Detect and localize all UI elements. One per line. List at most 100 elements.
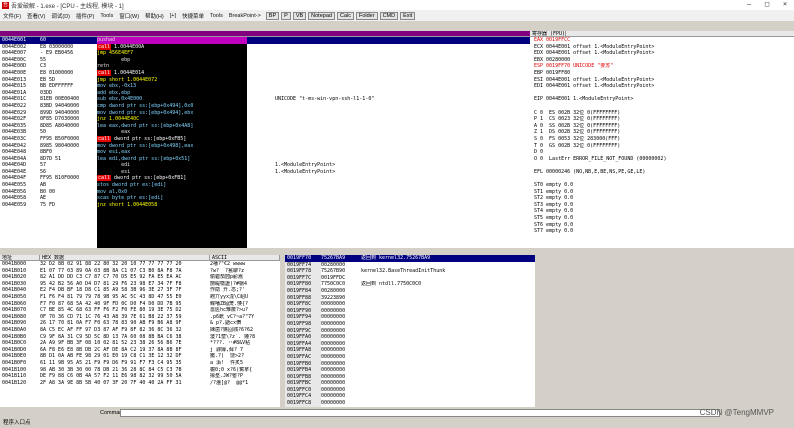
menu-item[interactable]: [+]	[167, 13, 179, 19]
stack-row[interactable]: 0019FFA0 00000000	[285, 334, 535, 341]
stack-row[interactable]: 0019FFA8 00000000	[285, 347, 535, 354]
disasm-row[interactable]: 0044E042 8985 98040000 mov dword ptr ss:[e…	[0, 143, 530, 150]
dump-row[interactable]: 0041B120 2F A8 3A 9E 8B 5B 40 07 3F 20 7F…	[0, 380, 280, 387]
disasm-row[interactable]: 0044E00C 55 ebp	[0, 57, 530, 64]
stack-row[interactable]: 0019FF80 7750C0C0 返回到 ntdll.7750C0C0	[285, 281, 535, 288]
stack-row[interactable]: 0019FF78 75267B90 kernel32.BaseThreadInitT…	[285, 268, 535, 275]
stack-row[interactable]: 0019FFB0 00000000	[285, 360, 535, 368]
menu-item[interactable]: 帮助(H)	[142, 12, 167, 20]
stack-row[interactable]: 0019FFB4 00000000	[285, 367, 535, 374]
stack-row[interactable]: 0019FFBC 00000000	[285, 380, 535, 387]
dump-row[interactable]: 0041B010 E1 07 77 03 89 0A 03 8B 8A C1 07…	[0, 268, 280, 275]
stack-row[interactable]: 0019FF70 75267BA9 返回到 kernel32.75267BA9	[285, 255, 535, 262]
dump-row[interactable]: 0041B000 32 D2 8B 02 91 88 22 80 32 20 10…	[0, 261, 280, 268]
menu-item[interactable]: 调试(D)	[48, 12, 73, 20]
dump-row[interactable]: 0041B0B0 C9 9F 8A 31 C9 5D 5C 8D 13 7A 60…	[0, 334, 280, 341]
disasm-row[interactable]: 0044E00D C3 retn	[0, 63, 530, 70]
stack-row[interactable]: 0019FF88 39223890	[285, 294, 535, 302]
disasm-row[interactable]: 0044E055 AB stos dword ptr es:[edi]	[0, 182, 530, 189]
menu-item[interactable]: 窗口(W)	[116, 12, 142, 20]
stack-row[interactable]: 0019FFC0 00000000	[285, 386, 535, 394]
disasm-row[interactable]: 0044E01A 03DD add ebx,ebp	[0, 90, 530, 97]
menu-item[interactable]: BreakPoint->	[226, 13, 264, 19]
minimize-icon[interactable]: –	[740, 0, 758, 8]
stack-row[interactable]: 0019FFC8 00000000	[285, 400, 535, 407]
disasm-row[interactable]: 0044E002 E8 03000000 call 1.0044E00A	[0, 43, 530, 51]
disassembly-pane[interactable]: 0044E001 60 pushad 0044E002 E8 03000000 call …	[0, 31, 530, 248]
dump-row[interactable]: 0041B100 98 AB 30 3B 30 00 78 DB 21 36 28…	[0, 367, 280, 374]
toolbar-button[interactable]: Folder	[355, 11, 378, 20]
disasm-row[interactable]: 0044E04E 56 esi 1.<ModuleEntryPoint>	[0, 169, 530, 176]
register-row[interactable]: ST2 empty 0.0	[530, 195, 794, 202]
menu-item[interactable]: 快捷菜单	[179, 12, 207, 20]
stack-row[interactable]: 0019FF8C 00000000	[285, 301, 535, 308]
dump-row[interactable]: 0041B0E0 8B D1 0A AB FE 98 29 01 E0 19 C8…	[0, 353, 280, 360]
memory-dump-pane[interactable]: 地址 HEX 数据 ASCII 0041B000 32 D2 8B 02 91 8…	[0, 255, 280, 407]
menu-item[interactable]: 文件(F)	[0, 12, 24, 20]
register-row[interactable]: C 0 ES 002B 32位 0(FFFFFFFF)	[530, 110, 794, 117]
register-row[interactable]	[530, 103, 794, 110]
stack-row[interactable]: 0019FF84 00280000	[285, 287, 535, 295]
disasm-row[interactable]: 0044E01C 81EB 00E00400 sub ebx,0x4E000 UNIC…	[0, 96, 530, 103]
disasm-row[interactable]: 0044E04D 57 edi 1.<ModuleEntryPoint>	[0, 162, 530, 169]
disasm-row[interactable]: 0044E029 899D 94040000 mov dword ptr ss:[e…	[0, 110, 530, 117]
dump-row[interactable]: 0041B0F0 61 11 9B 95 A5 21 F9 F9 D6 F9 91…	[0, 360, 280, 367]
disasm-row[interactable]: 0044E013 EB 5D jmp short 1.0044E072	[0, 77, 530, 84]
register-row[interactable]: ST7 empty 0.0	[530, 228, 794, 235]
toolbar-button[interactable]: Notepad	[308, 11, 335, 20]
disasm-row[interactable]: 0044E03C FF95 B50F0000 call dword ptr ss:[…	[0, 135, 530, 143]
register-row[interactable]: ESP 0019FF70 UNICODE "要苏"	[530, 63, 794, 70]
toolbar-button[interactable]: CMD	[379, 11, 399, 20]
stack-row[interactable]: 0019FFA4 00000000	[285, 340, 535, 348]
disasm-row[interactable]: 0044E02F 0F85 D7030000 jnz 1.0044E40C	[0, 116, 530, 123]
stack-row[interactable]: 0019FF74 00280000	[285, 261, 535, 269]
disasm-row[interactable]: 0044E022 83BD 94040000 cmp dword ptr ss:[e…	[0, 103, 530, 110]
menu-item[interactable]: Tools	[97, 13, 116, 19]
toolbar-button[interactable]: BP	[265, 11, 280, 20]
register-row[interactable]: P 1 CS 0023 32位 0(FFFFFFFF)	[530, 116, 794, 123]
register-row[interactable]: EBP 0019FF80	[530, 70, 794, 77]
stack-row[interactable]: 0019FFB8 00000000	[285, 373, 535, 381]
toolbar-button[interactable]: Calc	[336, 11, 354, 20]
disasm-row[interactable]: 0044E001 60 pushad	[0, 37, 530, 44]
disasm-row[interactable]: 0044E048 8BF0 mov esi,eax	[0, 149, 530, 156]
stack-row[interactable]: 0019FF90 00000000	[285, 307, 535, 315]
dump-row[interactable]: 0041B020 82 A1 DD DD C3 C7 87 C7 70 D5 E5…	[0, 274, 280, 281]
disasm-row[interactable]: 0044E056 B0 00 mov al,0x0	[0, 189, 530, 196]
register-row[interactable]: T 0 GS 002B 32位 0(FFFFFFFF)	[530, 143, 794, 150]
stack-row[interactable]: 0019FF9C 00000000	[285, 327, 535, 335]
register-row[interactable]: Z 1 DS 002B 32位 0(FFFFFFFF)	[530, 129, 794, 136]
horizontal-splitter[interactable]	[0, 248, 794, 255]
register-row[interactable]: O 0 LastErr ERROR_FILE_NOT_FOUND (000000…	[530, 156, 794, 163]
stack-row[interactable]: 0019FFC4 00000000	[285, 393, 535, 401]
stack-pane[interactable]: 0019FF70 75267BA9 返回到 kernel32.75267BA9 001…	[285, 255, 535, 407]
register-row[interactable]: ESI 0044E001 offset 1.<ModuleEntryPoint>	[530, 77, 794, 84]
disasm-row[interactable]: 0044E015 BB EDFFFFFF mov ebx,-0x13	[0, 83, 530, 90]
register-row[interactable]	[530, 162, 794, 169]
register-row[interactable]: EBX 00280000	[530, 57, 794, 64]
menu-item[interactable]: 插件(P)	[73, 12, 97, 20]
dump-row[interactable]: 0041B030 95 42 B2 56 A0 D4 D7 81 29 F6 23…	[0, 281, 280, 288]
toolbar-button[interactable]: VB	[292, 11, 307, 20]
register-row[interactable]: EAX 0019FFCC	[530, 37, 794, 44]
register-row[interactable]: EIP 0044E001 1.<ModuleEntryPoint>	[530, 96, 794, 103]
stack-row[interactable]: 0019FF98 00000000	[285, 320, 535, 328]
registers-pane[interactable]: 寄存器 (FPU) EAX 0019FFCC ECX 0044E001 offse…	[530, 31, 794, 248]
register-row[interactable]: ST4 empty 0.0	[530, 208, 794, 215]
disasm-row[interactable]: 0044E035 8D85 A8040000 lea eax,dword ptr s…	[0, 123, 530, 130]
menu-item[interactable]: Tools	[207, 13, 226, 19]
dump-row[interactable]: 0041B080 0F 70 36 CD 71 1C 76 43 A8 39 7E…	[0, 314, 280, 321]
toolbar-button[interactable]: Exit	[400, 11, 416, 20]
dump-row[interactable]: 0041B090 26 17 70 81 0A F7 F0 63 78 83 90…	[0, 320, 280, 327]
menu-item[interactable]: 查看(V)	[24, 12, 48, 20]
register-row[interactable]: EDI 0044E001 offset 1.<ModuleEntryPoint>	[530, 83, 794, 90]
dump-row[interactable]: 0041B0A0 8A C5 EC AF FF 97 D3 87 AF F9 8F…	[0, 327, 280, 334]
disasm-row[interactable]: 0044E00E E8 01000000 call 1.0044E014	[0, 69, 530, 77]
register-row[interactable]: A 0 SS 002B 32位 0(FFFFFFFF)	[530, 123, 794, 130]
disasm-row[interactable]: 0044E007 - E9 EB0456 jmp 456E4EF7	[0, 50, 530, 57]
close-icon[interactable]: ×	[776, 0, 794, 8]
register-row[interactable]: D 0	[530, 149, 794, 156]
register-row[interactable]: ST3 empty 0.0	[530, 202, 794, 209]
dump-row[interactable]: 0041B0D0 6A F8 E6 E8 8B DB 2C AF DE 8A C2…	[0, 347, 280, 354]
disasm-row[interactable]: 0044E058 AE scas byte ptr es:[edi]	[0, 195, 530, 202]
